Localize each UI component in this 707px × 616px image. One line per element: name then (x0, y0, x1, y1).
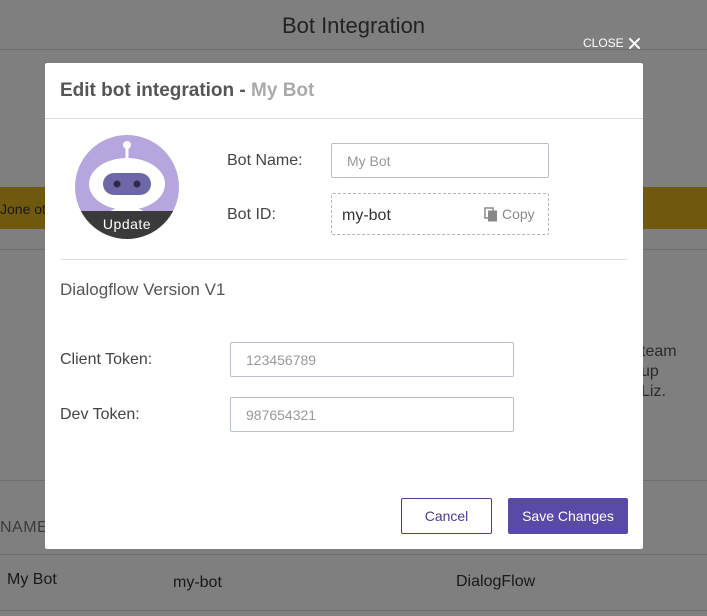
dev-token-input[interactable] (230, 397, 514, 432)
close-icon (628, 37, 640, 49)
avatar-update-button[interactable]: Update (75, 211, 179, 239)
dialog-title-bot-name: My Bot (251, 79, 315, 101)
bot-name-input[interactable] (331, 143, 549, 178)
bot-id-label: Bot ID: (227, 206, 276, 223)
dialog-header: Edit bot integration - My Bot (45, 63, 643, 119)
cancel-button[interactable]: Cancel (401, 498, 492, 534)
bot-id-value: my-bot (342, 207, 391, 224)
copy-button[interactable]: Copy (484, 206, 535, 222)
close-label: CLOSE (583, 36, 624, 50)
bot-avatar[interactable]: Update (75, 135, 179, 239)
dialog-title: Edit bot integration - My Bot (60, 80, 314, 102)
bot-name-label: Bot Name: (227, 152, 303, 169)
copy-icon (484, 206, 497, 221)
section-title: Dialogflow Version V1 (60, 280, 226, 299)
dialog-divider (60, 259, 628, 260)
close-button[interactable]: CLOSE (583, 36, 640, 50)
edit-bot-dialog: Edit bot integration - My Bot Update Bot… (45, 63, 643, 549)
save-changes-button[interactable]: Save Changes (508, 498, 628, 534)
dev-token-label: Dev Token: (60, 406, 140, 423)
dialog-title-prefix: Edit bot integration - (60, 79, 252, 101)
client-token-input[interactable] (230, 342, 514, 377)
bot-id-field: my-bot Copy (331, 193, 549, 235)
client-token-label: Client Token: (60, 351, 153, 368)
copy-label: Copy (502, 206, 535, 222)
modal-overlay[interactable]: CLOSE Edit bot integration - My Bot Upda… (0, 0, 707, 616)
